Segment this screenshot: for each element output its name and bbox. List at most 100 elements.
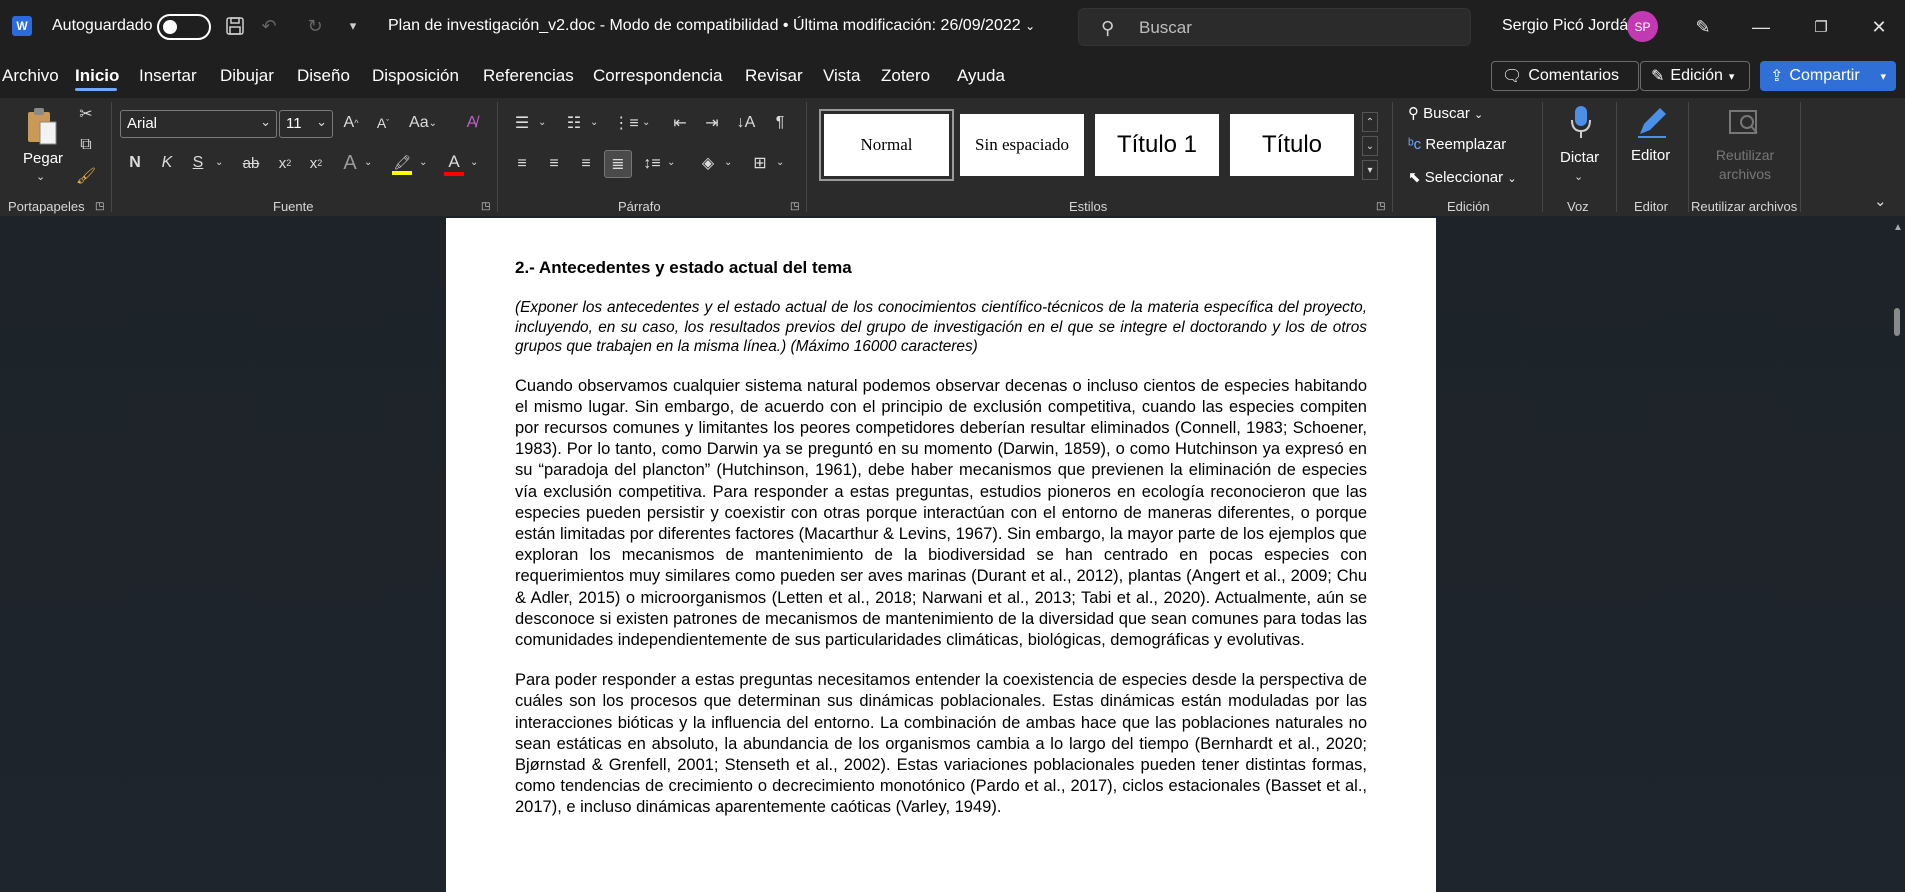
share-icon: ⇪ [1770,68,1784,85]
subscript-icon[interactable]: x2 [274,152,296,174]
restore-icon[interactable]: ❐ [1808,14,1834,40]
user-name[interactable]: Sergio Picó Jordá [1502,17,1628,35]
shrink-font-icon[interactable]: Aˇ [372,112,394,134]
dialog-launcher-icon[interactable]: ◳ [481,201,490,212]
tab-diseno[interactable]: Diseño [297,66,350,86]
align-left-icon[interactable]: ≡ [511,153,533,175]
chevron-down-icon[interactable]: ⌄ [419,157,427,168]
shading-icon[interactable]: ◈ [696,152,720,174]
style-heading-1[interactable]: Título 1 [1095,114,1219,176]
select-button[interactable]: ⬉ Seleccionar ⌄ [1408,168,1517,186]
chevron-down-icon: ⌄ [260,114,271,129]
chevron-down-icon[interactable]: ⌄ [36,170,45,183]
highlight-color-icon[interactable]: 🖍 [390,150,414,178]
vertical-scrollbar-thumb[interactable] [1894,308,1900,336]
tab-correspondencia[interactable]: Correspondencia [593,66,722,86]
dialog-launcher-icon[interactable]: ◳ [95,201,104,212]
document-page[interactable]: 2.- Antecedentes y estado actual del tem… [446,218,1436,892]
ribbon-collapse-icon[interactable]: ⌄ [1874,192,1887,210]
align-right-icon[interactable]: ≡ [575,153,597,175]
tab-ayuda[interactable]: Ayuda [957,66,1005,86]
style-title[interactable]: Título [1230,114,1354,176]
dictate-label[interactable]: Dictar [1560,149,1599,166]
cut-icon[interactable]: ✂ [76,104,96,124]
font-color-icon[interactable]: A [443,150,465,178]
search-box[interactable]: ⚲ Buscar [1078,8,1471,46]
autosave-toggle[interactable] [157,14,211,40]
strikethrough-button[interactable]: ab [239,152,263,174]
share-button[interactable]: ⇪ Compartir ▾ [1760,61,1896,91]
tab-referencias[interactable]: Referencias [483,66,574,86]
undo-icon[interactable]: ↶ [258,15,280,37]
pilcrow-icon[interactable]: ¶ [768,112,792,134]
chevron-down-icon[interactable]: ⌄ [538,117,546,128]
editing-mode-button[interactable]: ✎ Edición ▾ [1640,61,1750,91]
paste-label[interactable]: Pegar [23,150,63,167]
change-case-icon[interactable]: Aa ⌄ [406,112,440,134]
style-no-spacing[interactable]: Sin espaciado [960,114,1084,176]
scroll-up-icon[interactable]: ▲ [1893,222,1903,233]
chevron-down-icon[interactable]: ⌄ [642,117,650,128]
tab-revisar[interactable]: Revisar [745,66,803,86]
bullets-icon[interactable]: ☰ [510,112,534,134]
editor-icon[interactable] [1632,102,1672,142]
save-icon[interactable] [224,15,246,37]
line-spacing-icon[interactable]: ↕≡ [640,153,664,175]
paste-icon[interactable] [22,104,62,148]
grow-font-icon[interactable]: A ^ [340,112,362,134]
microphone-icon[interactable] [1566,102,1596,142]
clear-formatting-icon[interactable]: A̸ [460,112,484,134]
chevron-down-icon[interactable]: ⌄ [215,157,223,168]
chevron-down-icon[interactable]: ⌄ [776,157,784,168]
comments-button[interactable]: 🗨 Comentarios [1491,61,1639,91]
redo-icon[interactable]: ↻ [304,15,326,37]
copy-icon[interactable]: ⧉ [76,135,96,155]
font-size-combo[interactable]: 11 ⌄ [279,110,333,138]
increase-indent-icon[interactable]: ⇥ [700,112,724,134]
superscript-icon[interactable]: x2 [305,152,327,174]
justify-icon[interactable]: ≣ [604,150,632,178]
tab-archivo[interactable]: Archivo [2,66,59,86]
text-effects-icon[interactable]: A [338,150,362,176]
chevron-down-icon[interactable]: ⌄ [667,157,675,168]
tab-insertar[interactable]: Insertar [139,66,197,86]
tab-vista[interactable]: Vista [823,66,861,86]
styles-scroll-down-icon[interactable]: ⌄ [1362,136,1378,156]
font-name-combo[interactable]: Arial ⌄ [120,110,277,138]
chevron-down-icon[interactable]: ⌄ [590,117,598,128]
sort-icon[interactable]: ↓A [734,112,758,134]
pen-icon[interactable]: ✎ [1690,14,1716,40]
decrease-indent-icon[interactable]: ⇤ [668,112,692,134]
underline-button[interactable]: S [188,152,208,174]
close-icon[interactable]: ✕ [1866,14,1892,40]
document-title[interactable]: Plan de investigación_v2.doc - Modo de c… [388,17,1035,35]
page-content[interactable]: 2.- Antecedentes y estado actual del tem… [515,258,1367,838]
style-normal[interactable]: Normal [819,109,954,181]
find-button[interactable]: ⚲ Buscar ⌄ [1408,104,1483,122]
format-painter-icon[interactable]: 🖌 [76,166,96,186]
minimize-icon[interactable]: — [1748,14,1774,40]
dialog-launcher-icon[interactable]: ◳ [1376,201,1385,212]
tab-disposicion[interactable]: Disposición [372,66,459,86]
borders-icon[interactable]: ⊞ [748,152,772,174]
align-center-icon[interactable]: ≡ [543,153,565,175]
chevron-down-icon[interactable]: ⌄ [1574,170,1583,183]
editor-label[interactable]: Editor [1631,147,1670,164]
multilevel-list-icon[interactable]: ⋮≡ [613,112,638,134]
styles-more-icon[interactable]: ▾ [1362,160,1378,180]
chevron-down-icon[interactable]: ⌄ [364,157,372,168]
body-paragraph-2: Para poder responder a estas preguntas n… [515,671,1367,817]
chevron-down-icon[interactable]: ⌄ [724,157,732,168]
styles-scroll-up-icon[interactable]: ⌃ [1362,112,1378,132]
italic-button[interactable]: K [157,152,177,174]
tab-zotero[interactable]: Zotero [881,66,930,86]
bold-button[interactable]: N [125,152,145,174]
customize-qat-icon[interactable]: ▾ [342,15,364,37]
replace-button[interactable]: ᵇc Reemplazar [1408,136,1506,153]
tab-inicio[interactable]: Inicio [75,66,119,86]
chevron-down-icon[interactable]: ⌄ [470,157,478,168]
tab-dibujar[interactable]: Dibujar [220,66,274,86]
dialog-launcher-icon[interactable]: ◳ [790,201,799,212]
numbering-icon[interactable]: ☷ [562,112,586,134]
avatar[interactable]: SP [1627,11,1658,42]
